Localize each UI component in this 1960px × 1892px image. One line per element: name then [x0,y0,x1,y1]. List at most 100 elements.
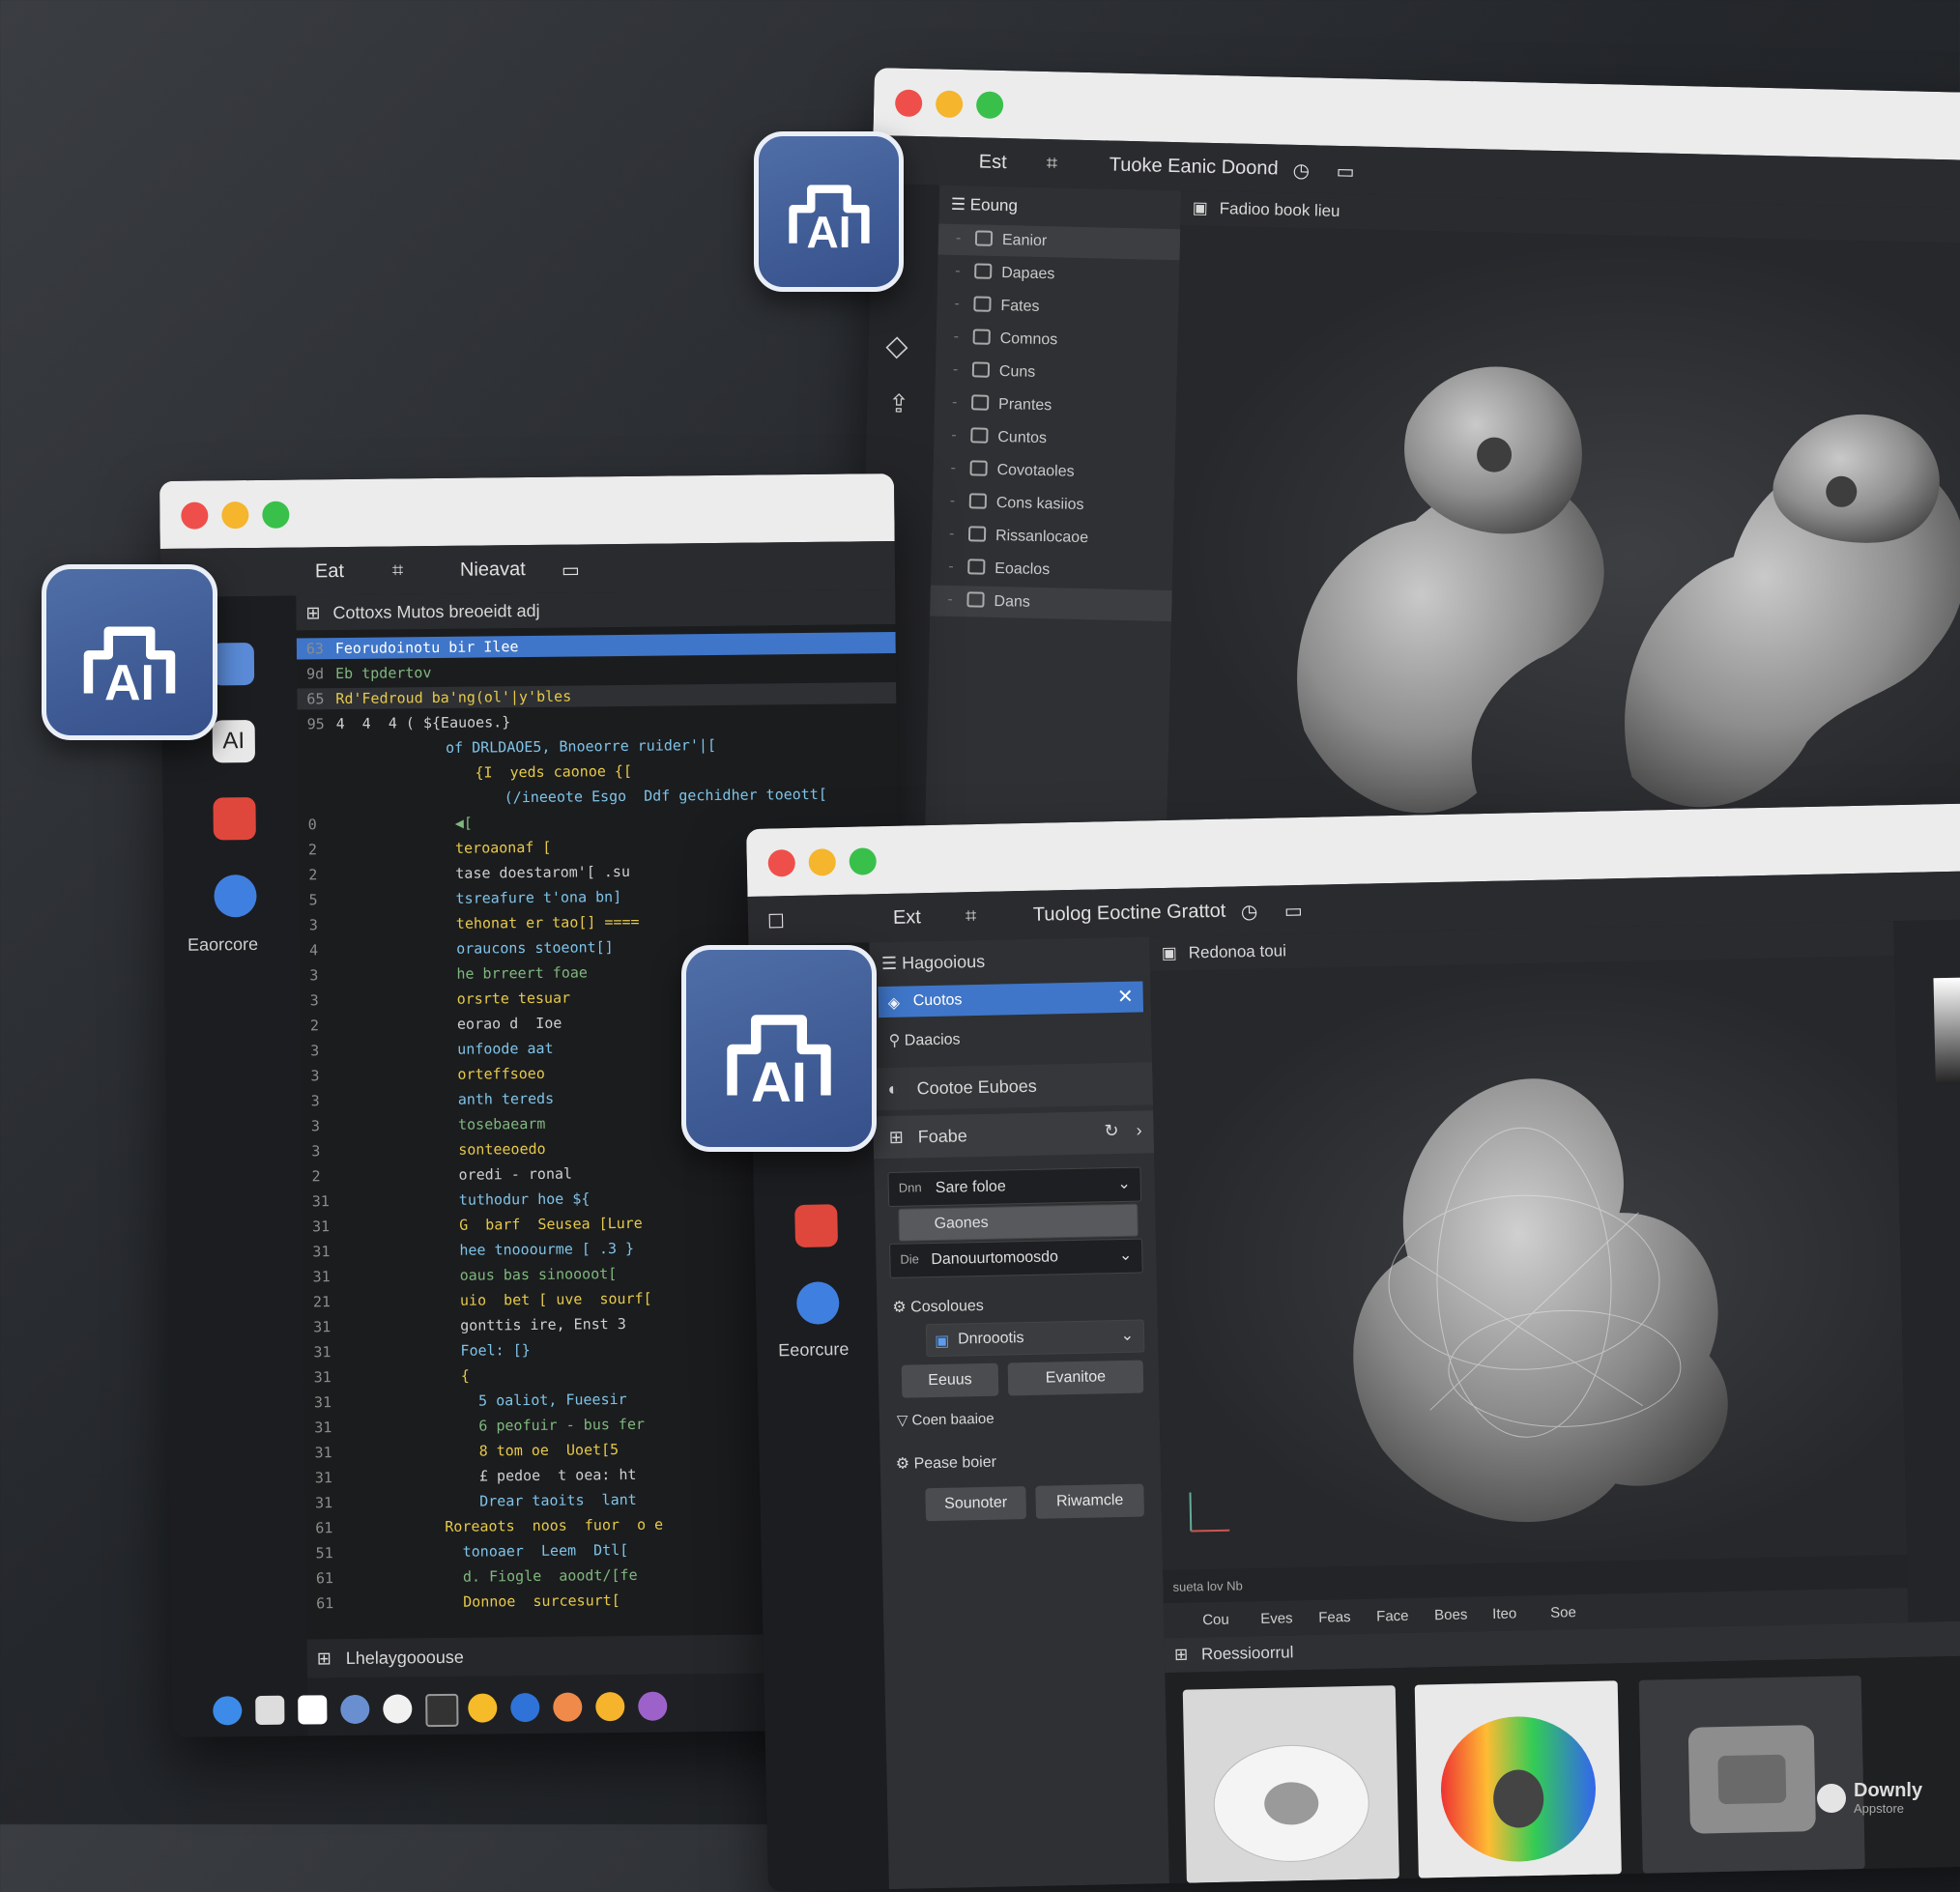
close-icon[interactable]: ✕ [1117,985,1134,1009]
color-picker[interactable] [1933,977,1960,1085]
clock-icon[interactable]: ◷ [1292,158,1310,183]
list-item[interactable]: ▽ Coen baaioe [897,1410,994,1429]
square-icon[interactable]: ☐ [767,909,785,933]
back-menu-edit[interactable]: Est [979,151,1007,174]
code-menu-edit[interactable]: Eat [315,560,344,583]
messages-icon[interactable] [383,1694,413,1724]
tree-indent-marker: - [947,590,954,608]
tree-item[interactable]: - Cuns [936,356,1178,392]
asset-tab[interactable]: Eves [1260,1610,1293,1627]
share-icon[interactable]: ⇪ [888,388,909,418]
tree-item[interactable]: - Eanior [937,223,1181,261]
monitor-icon[interactable]: ▭ [1284,899,1303,923]
music-icon[interactable] [553,1692,583,1722]
globe-icon[interactable] [510,1692,540,1723]
design-app-icon[interactable] [794,1204,839,1248]
grid-icon[interactable]: ⌗ [966,905,977,928]
code-text: tosebaearm [440,1114,546,1133]
code-zoom-button[interactable] [262,501,290,529]
asset-tab[interactable]: Boes [1434,1607,1468,1624]
ai-badge-label: AI [751,1051,807,1114]
purple-app-icon[interactable] [638,1691,668,1721]
line-number: 61 [315,1569,334,1588]
code-line[interactable]: {I yeds caonoe {[ [298,758,897,785]
section-header[interactable]: ⊞ Foabe ↻ › [873,1110,1155,1160]
code-line[interactable]: 9d Eb tpdertov [297,657,896,684]
notes-icon[interactable] [468,1693,498,1723]
tree-indent-marker: - [952,360,959,379]
line-number: 3 [310,1117,321,1135]
tree-item[interactable]: - Cons kasiios [932,486,1174,523]
asset-tab[interactable]: Cou [1202,1612,1229,1629]
monitor-icon[interactable]: ▭ [562,558,580,582]
monitor-icon[interactable]: ▭ [1336,159,1354,184]
front-3d-viewport[interactable] [1150,956,1907,1571]
chat-icon[interactable] [211,642,255,686]
tree-item[interactable]: - Prantes [935,388,1177,425]
section-header[interactable]: ◐ Cootoe Euboes [872,1062,1154,1111]
node-icon [967,559,986,575]
front-menu-title[interactable]: Tuolog Eoctine Grattot [1033,901,1226,927]
sun-icon[interactable] [595,1692,625,1722]
selected-item[interactable]: ◈ Cuotos ✕ [878,981,1144,1018]
line-number: 31 [312,1243,331,1261]
asset-tab[interactable]: Soe [1550,1604,1576,1621]
search-app-icon[interactable] [214,874,257,918]
list-item[interactable]: ⚲ Daacios [888,1029,960,1050]
front-viewport-title: Redonoa toui [1188,941,1287,962]
brush-dropdown[interactable]: ▣ Dnroootis ⌄ [925,1319,1145,1358]
clock-icon[interactable]: ◷ [1241,900,1258,924]
line-number: 65 [306,690,325,708]
grid-icon[interactable]: ⌗ [392,559,404,582]
material-select[interactable]: Dnn Sare foloe ⌄ [887,1166,1142,1208]
code-line[interactable]: of DRLDAOE5, Bnoeorre ruider'|[ [298,732,897,760]
asset-thumbnail[interactable] [1414,1680,1622,1878]
search-app-icon[interactable] [795,1281,840,1326]
code-line[interactable]: 63 Feorudoinotu bir Ilee [296,632,896,660]
camera-app-icon[interactable] [298,1695,328,1725]
diamond-icon[interactable]: ◇ [885,329,908,363]
code-menu-title[interactable]: Nieavat [460,559,526,582]
asset-tab[interactable]: Iteo [1492,1605,1516,1622]
tree-item[interactable]: - Eoaclos [931,552,1173,588]
action-button-b[interactable]: Evanitoe [1007,1360,1144,1396]
asset-tab[interactable]: Feas [1318,1609,1351,1626]
settings-icon[interactable] [340,1694,370,1725]
back-3d-viewport[interactable] [1166,225,1960,886]
tree-item[interactable]: - Rissanlocaoe [932,519,1174,556]
asset-tab[interactable]: Face [1376,1608,1409,1625]
list-icon: ☰ [950,194,970,215]
tree-item[interactable]: - Comnos [936,323,1178,359]
code-line[interactable]: 95 4 4 4 ( ${Eauoes.} [298,707,897,734]
asset-thumbnail[interactable] [1638,1676,1865,1874]
mode-select[interactable]: Die Danouurtomoosdo ⌄ [889,1238,1143,1278]
code-minimize-button[interactable] [221,502,249,530]
safari-icon[interactable] [213,1696,243,1726]
tree-item[interactable]: - Cuntos [934,420,1176,457]
asset-thumbnail[interactable] [1182,1685,1399,1883]
tree-item[interactable]: - Fates [937,290,1179,327]
tree-item[interactable]: - Dans [930,585,1172,622]
terminal-icon[interactable] [425,1693,459,1728]
grid-icon[interactable]: ⌗ [1047,153,1058,175]
chevron-right-icon[interactable]: › [1136,1120,1141,1140]
code-text: Roreaots noos fuor o e [445,1515,664,1535]
value-field[interactable]: Gaones [898,1203,1139,1242]
action-button-c[interactable]: Sounoter [925,1486,1027,1522]
refresh-icon[interactable]: ↻ [1104,1121,1119,1141]
action-button-d[interactable]: Riwamcle [1035,1483,1144,1519]
code-line[interactable]: (/ineeote Esgo Ddf gechidher toeott[ [298,783,897,810]
ai-app-icon[interactable]: AI [212,719,256,763]
front-app-window: ☐ Ext ⌗ Tuolog Eoctine Grattot ◷ ▭ Eeorc… [746,802,1960,1892]
photos-icon[interactable] [255,1695,285,1726]
code-close-button[interactable] [181,502,209,530]
design-app-icon[interactable] [213,796,256,841]
front-menu-edit[interactable]: Ext [893,906,921,930]
tree-item[interactable]: - Dapaes [937,257,1180,294]
code-line[interactable]: 65 Rd'Fedroud ba'ng(ol'|y'bles [297,682,897,710]
line-number: 2 [309,1017,320,1035]
back-menu-title[interactable]: Tuoke Eanic Doond [1110,155,1279,181]
action-button-a[interactable]: Eeuus [901,1362,999,1398]
tree-item[interactable]: - Covotaoles [933,453,1175,490]
panel-header: ☰ Hagooious [880,951,986,974]
